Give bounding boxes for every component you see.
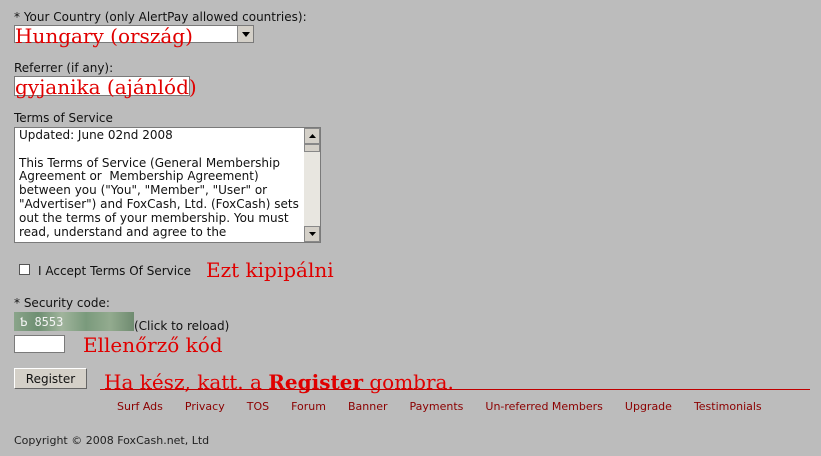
tos-label: Terms of Service — [14, 111, 113, 125]
checkbox-annotation: Ezt kipipálni — [206, 258, 334, 282]
country-label: * Your Country (only AlertPay allowed co… — [14, 10, 307, 24]
scroll-down-icon[interactable] — [304, 226, 320, 242]
scroll-thumb[interactable] — [304, 144, 320, 152]
register-annotation-bold: Register — [268, 370, 363, 394]
copyright: Copyright © 2008 FoxCash.net, Ltd — [14, 434, 210, 447]
footer-link[interactable]: Payments — [410, 400, 464, 413]
accept-tos-label: I Accept Terms Of Service — [38, 264, 192, 278]
code-annotation: Ellenőrző kód — [83, 333, 223, 357]
country-annotation: Hungary (ország) — [15, 24, 193, 48]
footer-link[interactable]: Banner — [348, 400, 388, 413]
footer-link[interactable]: Upgrade — [625, 400, 672, 413]
captcha-image[interactable]: Ƅ 8553 — [14, 312, 134, 331]
footer-nav: Surf Ads Privacy TOS Forum Banner Paymen… — [117, 400, 784, 413]
security-code-input[interactable] — [14, 335, 65, 353]
footer-link[interactable]: Surf Ads — [117, 400, 163, 413]
register-annotation-post: gombra. — [363, 370, 454, 394]
annotation-underline — [100, 389, 810, 390]
scroll-up-icon[interactable] — [304, 128, 320, 144]
footer-link[interactable]: TOS — [247, 400, 269, 413]
captcha-reload-link[interactable]: (Click to reload) — [134, 319, 229, 333]
register-annotation: Ha kész, katt. a Register gombra. — [104, 370, 454, 394]
referrer-label: Referrer (if any): — [14, 61, 114, 75]
footer-link[interactable]: Testimonials — [694, 400, 762, 413]
tos-textarea[interactable]: Updated: June 02nd 2008 This Terms of Se… — [14, 127, 321, 243]
register-button[interactable]: Register — [14, 368, 87, 389]
footer-link[interactable]: Forum — [291, 400, 326, 413]
tos-scrollbar[interactable] — [304, 128, 320, 242]
security-code-label: * Security code: — [14, 296, 110, 310]
tos-text: Updated: June 02nd 2008 This Terms of Se… — [19, 128, 299, 239]
accept-tos-checkbox[interactable] — [19, 264, 30, 275]
captcha-text: Ƅ 8553 — [20, 314, 64, 329]
footer-link[interactable]: Un-referred Members — [485, 400, 603, 413]
register-annotation-pre: Ha kész, katt. a — [104, 370, 269, 394]
referrer-annotation: gyjanika (ajánlód) — [15, 75, 197, 99]
footer-link[interactable]: Privacy — [185, 400, 225, 413]
chevron-down-icon[interactable] — [237, 26, 253, 42]
